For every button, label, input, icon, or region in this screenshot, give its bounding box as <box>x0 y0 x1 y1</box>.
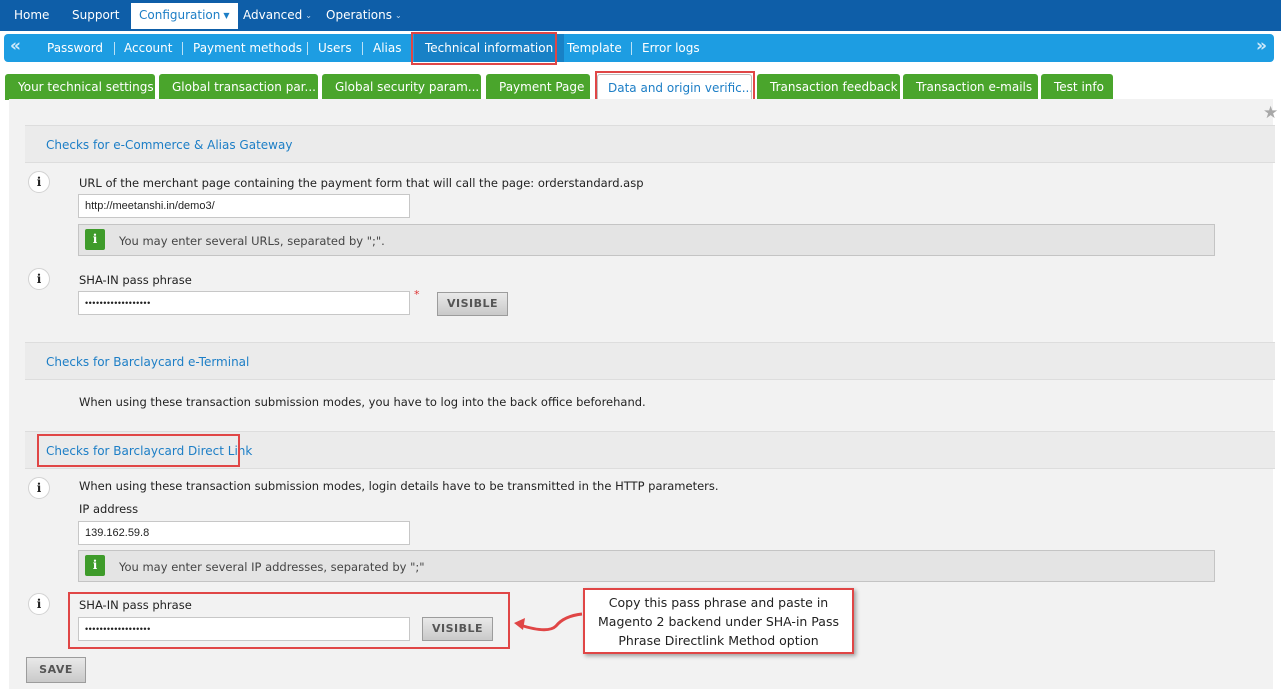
info-icon[interactable]: i <box>28 477 50 499</box>
divider <box>182 42 183 55</box>
merchant-url-label: URL of the merchant page containing the … <box>79 176 644 190</box>
subnav-error-logs[interactable]: Error logs <box>642 34 700 62</box>
section-eterminal-header: Checks for Barclaycard e-Terminal <box>25 342 1275 380</box>
star-icon[interactable]: ★ <box>1263 103 1278 123</box>
tab-your-technical-settings[interactable]: Your technical settings <box>5 74 155 100</box>
save-button[interactable]: SAVE <box>26 657 86 683</box>
subnav-template[interactable]: Template <box>567 34 622 62</box>
divider <box>307 42 308 55</box>
divider <box>114 42 115 55</box>
scroll-left-icon[interactable]: « <box>10 36 21 56</box>
subnav-users[interactable]: Users <box>318 34 352 62</box>
divider <box>631 42 632 55</box>
info-icon[interactable]: i <box>28 268 50 290</box>
required-marker: * <box>414 288 420 301</box>
merchant-url-input[interactable]: http://meetanshi.in/demo3/ <box>78 194 410 218</box>
subnav-alias[interactable]: Alias <box>373 34 401 62</box>
sub-navigation: « Password Account Payment methods Users… <box>4 34 1274 62</box>
info-icon: i <box>85 555 105 576</box>
highlight-technical-information <box>411 32 557 65</box>
callout-line-3: Phrase Directlink Method option <box>618 633 819 648</box>
nav-support[interactable]: Support <box>72 0 119 31</box>
highlight-directlink-title <box>37 434 240 467</box>
section-ecommerce-header: Checks for e-Commerce & Alias Gateway <box>25 125 1275 163</box>
callout-arrow-icon <box>514 612 583 632</box>
section-title: Checks for e-Commerce & Alias Gateway <box>46 138 293 152</box>
ip-address-input[interactable]: 139.162.59.8 <box>78 521 410 545</box>
info-icon: i <box>85 229 105 250</box>
tab-global-transaction-parameters[interactable]: Global transaction par... <box>159 74 318 100</box>
nav-home[interactable]: Home <box>14 0 49 31</box>
highlight-directlink-sha <box>68 592 510 649</box>
directlink-text: When using these transaction submission … <box>79 479 719 493</box>
info-icon[interactable]: i <box>28 593 50 615</box>
section-title: Checks for Barclaycard e-Terminal <box>46 355 250 369</box>
tab-payment-page[interactable]: Payment Page <box>486 74 590 100</box>
tab-transaction-emails[interactable]: Transaction e-mails <box>903 74 1038 100</box>
eterminal-text: When using these transaction submission … <box>79 395 646 409</box>
ip-hint-box: i You may enter several IP addresses, se… <box>78 550 1215 582</box>
subnav-account[interactable]: Account <box>124 34 172 62</box>
nav-configuration[interactable]: Configuration ▼ <box>131 3 238 29</box>
subnav-payment-methods[interactable]: Payment methods <box>193 34 302 62</box>
chevron-down-icon: ⌄ <box>305 11 312 20</box>
nav-configuration-label: Configuration <box>139 8 221 22</box>
ip-address-label: IP address <box>79 502 139 516</box>
callout-line-1: Copy this pass phrase and paste in <box>608 595 829 610</box>
nav-advanced-label: Advanced <box>243 8 303 22</box>
url-hint-box: i You may enter several URLs, separated … <box>78 224 1215 256</box>
tab-test-info[interactable]: Test info <box>1041 74 1113 100</box>
callout-line-2: Magento 2 backend under SHA-in Pass <box>598 614 839 629</box>
url-hint-text: You may enter several URLs, separated by… <box>119 234 385 248</box>
ip-hint-text: You may enter several IP addresses, sepa… <box>119 560 425 574</box>
sha-in-label: SHA-IN pass phrase <box>79 273 192 287</box>
annotation-callout: Copy this pass phrase and paste in Magen… <box>583 588 854 654</box>
chevron-down-icon: ▼ <box>223 11 230 20</box>
visible-button[interactable]: VISIBLE <box>437 292 508 316</box>
tab-transaction-feedback[interactable]: Transaction feedback <box>757 74 900 100</box>
chevron-down-icon: ⌄ <box>394 11 402 20</box>
divider <box>362 42 363 55</box>
info-icon[interactable]: i <box>28 171 50 193</box>
tab-global-security-parameters[interactable]: Global security param... <box>322 74 481 100</box>
scroll-right-icon[interactable]: » <box>1256 36 1267 56</box>
nav-advanced[interactable]: Advanced ⌄ <box>243 0 312 31</box>
top-navigation: Home Support Configuration ▼ Advanced ⌄ Op… <box>0 0 1281 31</box>
nav-operations-label: Operations <box>326 8 392 22</box>
subnav-password[interactable]: Password <box>47 34 103 62</box>
sha-in-input[interactable]: •••••••••••••••••• <box>78 291 410 315</box>
nav-operations[interactable]: Operations ⌄ <box>326 0 402 31</box>
